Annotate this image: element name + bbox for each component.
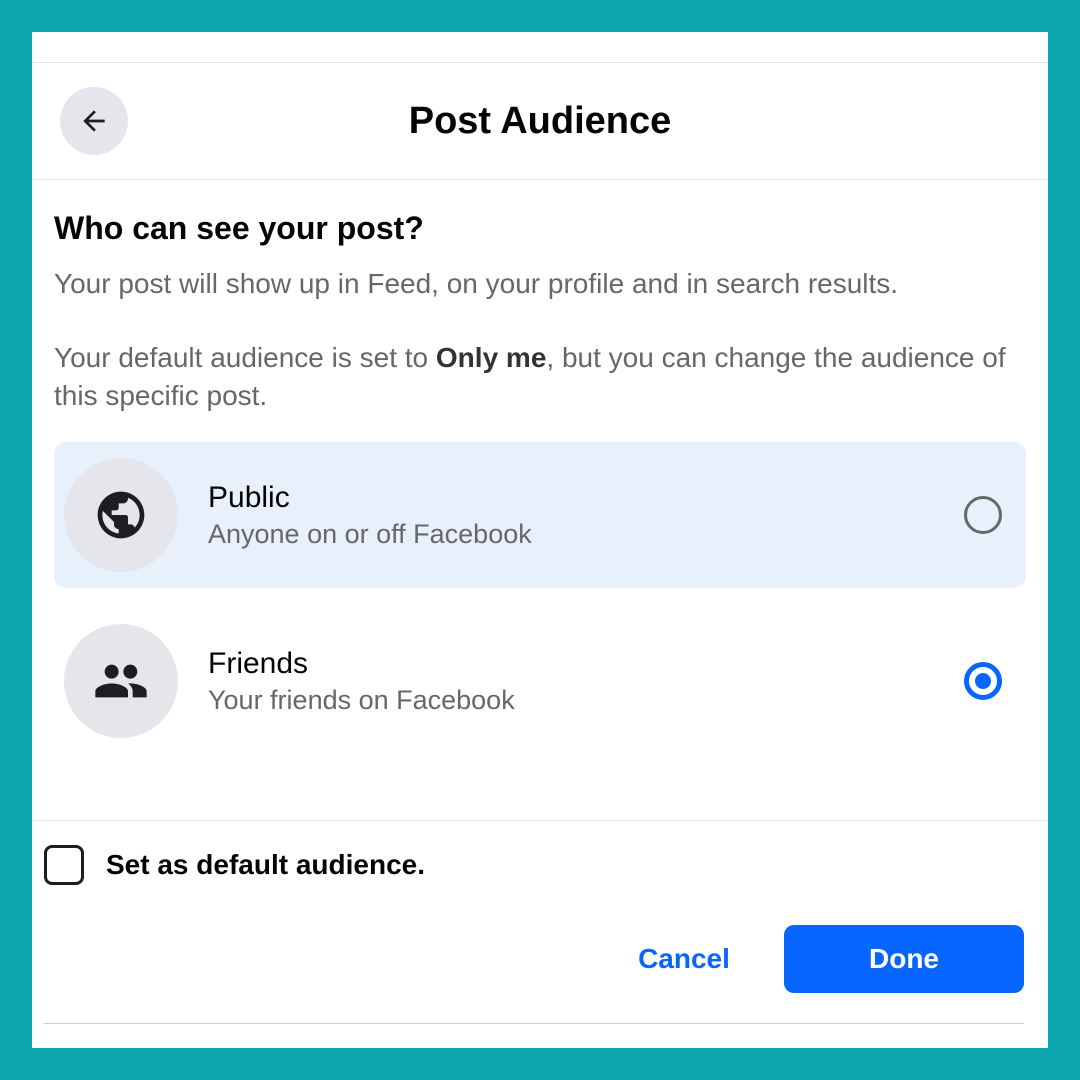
description-text-2: Your default audience is set to Only me,… [54, 339, 1026, 415]
description-bold: Only me [436, 342, 546, 373]
audience-option-public[interactable]: Public Anyone on or off Facebook [54, 442, 1026, 588]
friends-icon [93, 653, 149, 709]
option-title: Public [208, 481, 964, 515]
description-prefix: Your default audience is set to [54, 342, 436, 373]
post-audience-modal: Post Audience Who can see your post? You… [32, 32, 1048, 1048]
back-button[interactable] [60, 87, 128, 155]
done-button[interactable]: Done [784, 925, 1024, 993]
default-checkbox[interactable] [44, 845, 84, 885]
cancel-button[interactable]: Cancel [604, 925, 764, 993]
modal-header: Post Audience [32, 62, 1048, 180]
default-checkbox-label: Set as default audience. [106, 849, 425, 881]
divider [44, 1023, 1024, 1024]
option-text: Public Anyone on or off Facebook [208, 481, 964, 550]
radio-unchecked[interactable] [964, 496, 1002, 534]
option-subtitle: Anyone on or off Facebook [208, 519, 964, 550]
default-audience-row[interactable]: Set as default audience. [44, 833, 1024, 925]
arrow-left-icon [78, 105, 110, 137]
description-text-1: Your post will show up in Feed, on your … [54, 265, 1026, 303]
radio-checked[interactable] [964, 662, 1002, 700]
spacer [54, 588, 1026, 608]
audience-option-friends[interactable]: Friends Your friends on Facebook [54, 608, 1026, 754]
option-icon-wrap [64, 624, 178, 738]
globe-icon [93, 487, 149, 543]
button-row: Cancel Done [44, 925, 1024, 993]
modal-footer: Set as default audience. Cancel Done [32, 820, 1048, 1048]
spacer [54, 754, 1026, 820]
question-heading: Who can see your post? [54, 210, 1026, 247]
audience-option-list: Public Anyone on or off Facebook Friends… [54, 442, 1026, 820]
option-icon-wrap [64, 458, 178, 572]
modal-title: Post Audience [128, 100, 952, 143]
option-title: Friends [208, 647, 964, 681]
option-text: Friends Your friends on Facebook [208, 647, 964, 716]
option-subtitle: Your friends on Facebook [208, 685, 964, 716]
scroll-area[interactable]: Who can see your post? Your post will sh… [32, 180, 1048, 820]
